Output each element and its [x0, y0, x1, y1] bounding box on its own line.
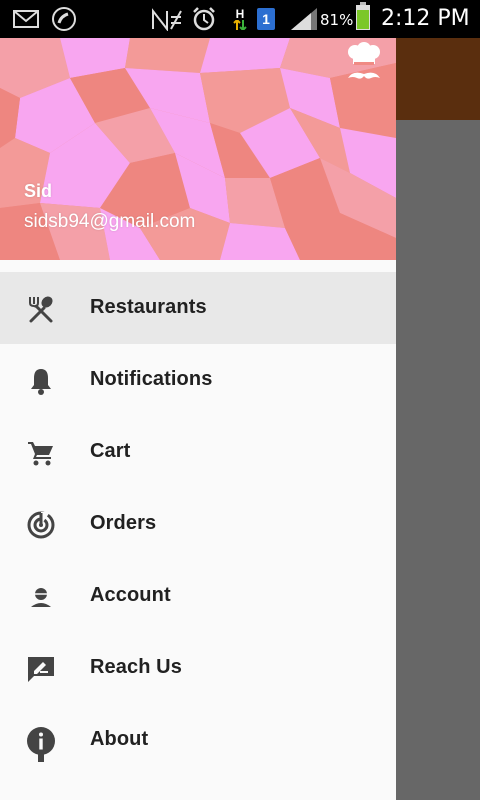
status-bar: H 1 81% 2:12 PM	[0, 0, 480, 38]
alarm-icon	[190, 7, 218, 31]
menu-item-notifications[interactable]: Notifications	[0, 344, 396, 416]
no-signal-icon	[150, 7, 184, 31]
network-type-label: H	[235, 7, 245, 21]
user-email: sidsb94@gmail.com	[24, 211, 196, 232]
drawer-header: Sid sidsb94@gmail.com	[0, 38, 396, 260]
menu-item-restaurants[interactable]: Restaurants	[0, 272, 396, 344]
chef-hat-mustache-icon	[343, 42, 385, 84]
person-icon	[24, 580, 58, 614]
menu-item-label: Notifications	[90, 368, 213, 390]
battery-percent: 81%	[320, 11, 354, 29]
menu-item-reach-us[interactable]: Reach Us	[0, 632, 396, 704]
app-bar-behind-drawer	[396, 38, 480, 120]
cart-icon	[24, 436, 58, 470]
status-time: 2:12 PM	[381, 6, 470, 31]
sim-icon: 1	[256, 7, 276, 31]
drawer-menu: Restaurants Notifications Cart Orders Ac…	[0, 272, 396, 776]
menu-item-label: Reach Us	[90, 656, 182, 678]
menu-item-label: Restaurants	[90, 296, 207, 318]
navigation-drawer: Sid sidsb94@gmail.com Restaurants Notifi…	[0, 38, 396, 800]
battery-icon	[354, 2, 372, 30]
missed-call-icon	[50, 7, 78, 31]
menu-item-orders[interactable]: Orders	[0, 488, 396, 560]
menu-item-label: Orders	[90, 512, 157, 534]
data-transfer-icon: H	[230, 7, 250, 31]
drawer-scrim[interactable]	[396, 120, 480, 800]
mail-icon	[12, 7, 40, 31]
feedback-icon	[24, 652, 58, 686]
menu-item-account[interactable]: Account	[0, 560, 396, 632]
user-name: Sid	[24, 181, 53, 201]
bell-icon	[24, 364, 58, 398]
menu-item-label: Cart	[90, 440, 131, 462]
radar-icon	[24, 508, 58, 542]
menu-item-label: About	[90, 728, 149, 750]
menu-item-about[interactable]: About	[0, 704, 396, 776]
partial-menu-icon	[38, 754, 44, 762]
info-icon	[24, 724, 58, 758]
sim-slot-label: 1	[257, 8, 275, 30]
signal-icon	[290, 7, 318, 31]
fork-spoon-icon	[24, 292, 58, 326]
menu-item-cart[interactable]: Cart	[0, 416, 396, 488]
menu-item-label: Account	[90, 584, 171, 606]
